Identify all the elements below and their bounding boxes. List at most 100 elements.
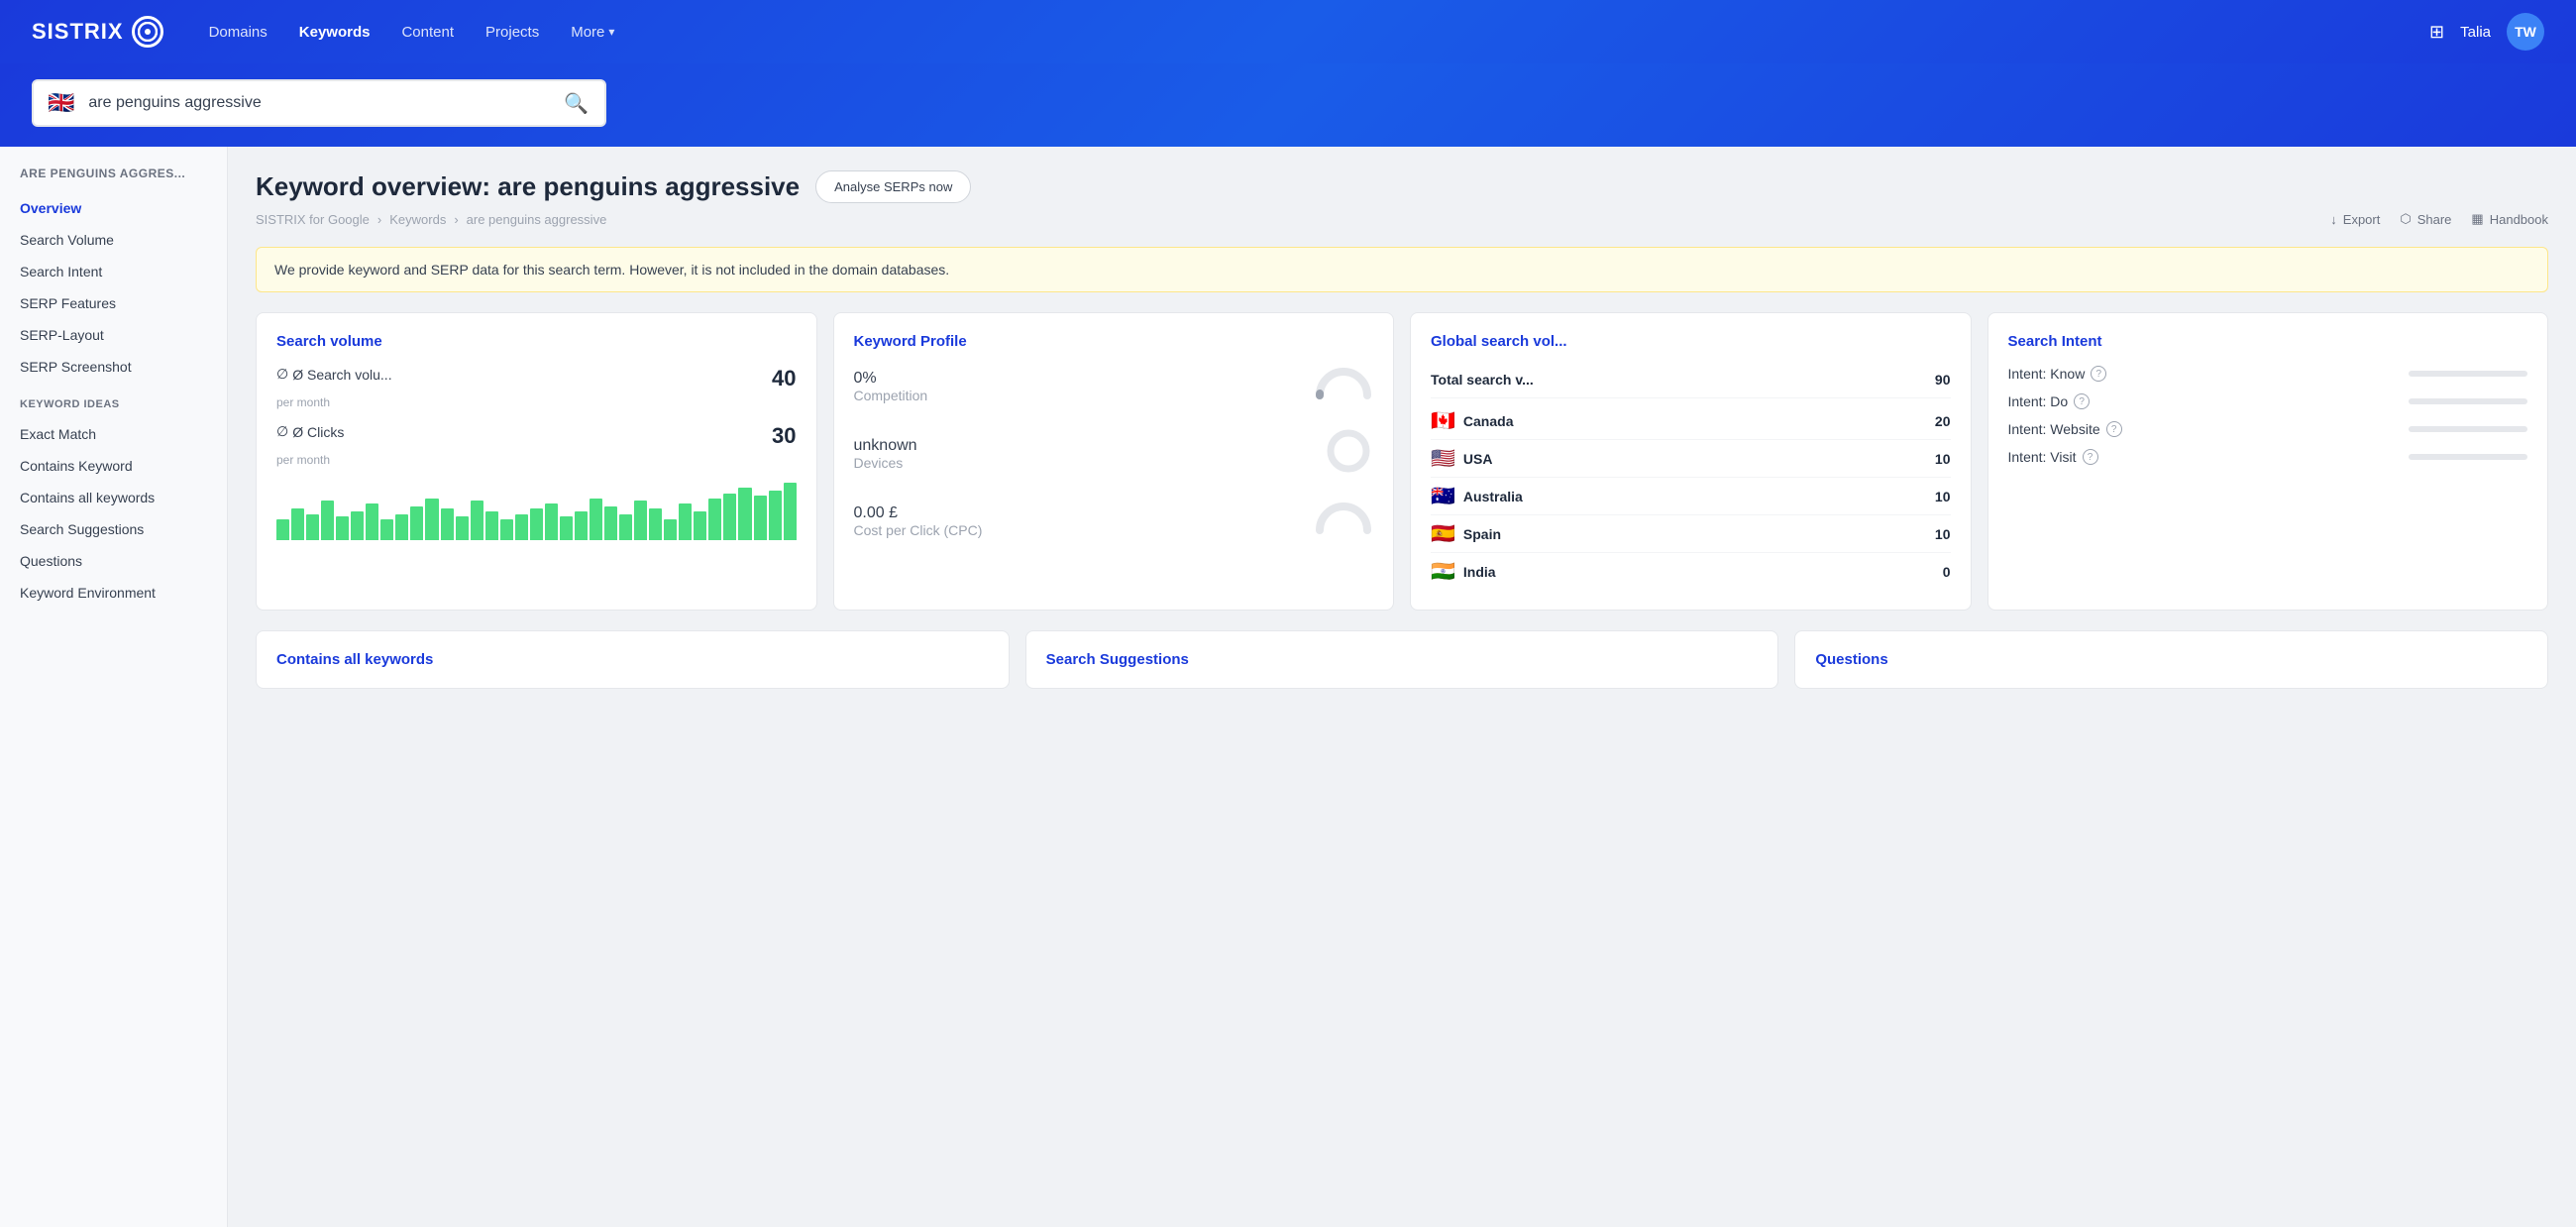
usa-value: 10: [1935, 451, 1951, 467]
india-value: 0: [1943, 564, 1951, 580]
search-button[interactable]: 🔍: [548, 91, 604, 116]
breadcrumb-query: are penguins aggressive: [467, 212, 607, 227]
sidebar-item-search-intent[interactable]: Search Intent: [0, 256, 227, 287]
cpc-row: 0.00 £ Cost per Click (CPC): [854, 501, 1374, 541]
search-suggestions-title: Search Suggestions: [1046, 651, 1759, 668]
bar-chart-bar: [366, 503, 378, 540]
intent-visit-help[interactable]: ?: [2083, 449, 2098, 465]
sidebar-item-serp-layout[interactable]: SERP-Layout: [0, 319, 227, 351]
bar-chart-bar: [276, 519, 289, 540]
handbook-label: Handbook: [2490, 212, 2548, 227]
search-bar: 🇬🇧 🔍: [32, 79, 606, 127]
sidebar-item-search-volume[interactable]: Search Volume: [0, 224, 227, 256]
logo-icon: [132, 16, 163, 48]
intent-do-row: Intent: Do ?: [2008, 393, 2528, 409]
contains-all-title: Contains all keywords: [276, 651, 989, 668]
nav-more-label: More: [571, 24, 604, 41]
sidebar-item-questions[interactable]: Questions: [0, 545, 227, 577]
intent-website-help[interactable]: ?: [2106, 421, 2122, 437]
breadcrumb-arrow-1: ›: [377, 212, 381, 227]
avg-symbol-2: ∅: [276, 423, 288, 440]
bar-chart-bar: [456, 516, 469, 540]
bar-chart-bar: [604, 506, 617, 540]
usa-flag: 🇺🇸: [1431, 446, 1455, 471]
intent-website-row: Intent: Website ?: [2008, 421, 2528, 437]
intent-website-bar: [2409, 426, 2527, 432]
bar-chart: [276, 481, 797, 540]
intent-do-bar: [2409, 398, 2527, 404]
search-intent-card: Search Intent Intent: Know ? Intent: Do …: [1987, 312, 2549, 611]
analyse-serps-button[interactable]: Analyse SERPs now: [815, 170, 971, 203]
total-value: 90: [1935, 372, 1951, 388]
main-content: Keyword overview: are penguins aggressiv…: [228, 147, 2576, 1227]
sidebar-item-keyword-environment[interactable]: Keyword Environment: [0, 577, 227, 609]
nav-more[interactable]: More ▾: [557, 16, 628, 49]
clicks-row: ∅ Ø Clicks 30: [276, 423, 797, 449]
competition-label: Competition: [854, 388, 928, 403]
bar-chart-bar: [515, 514, 528, 540]
logo[interactable]: SISTRIX: [32, 16, 163, 48]
keyword-profile-card: Keyword Profile 0% Competition: [833, 312, 1395, 611]
avg-sub: per month: [276, 395, 797, 409]
country-row-usa: 🇺🇸 USA 10: [1431, 440, 1951, 478]
bar-chart-bar: [351, 511, 364, 540]
country-row-india: 🇮🇳 India 0: [1431, 553, 1951, 590]
usa-name: USA: [1463, 451, 1493, 467]
intent-know-label: Intent: Know ?: [2008, 366, 2107, 382]
nav-projects[interactable]: Projects: [472, 16, 553, 49]
devices-donut: [1324, 426, 1373, 481]
bar-chart-bar: [634, 501, 647, 540]
sidebar-item-exact-match[interactable]: Exact Match: [0, 418, 227, 450]
bar-chart-bar: [425, 499, 438, 540]
intent-know-help[interactable]: ?: [2091, 366, 2106, 382]
user-avatar[interactable]: TW: [2507, 13, 2544, 51]
clicks-sub: per month: [276, 453, 797, 467]
sidebar-item-serp-screenshot[interactable]: SERP Screenshot: [0, 351, 227, 383]
canada-flag: 🇨🇦: [1431, 408, 1455, 433]
bar-chart-bar: [769, 491, 782, 540]
sidebar-item-serp-features[interactable]: SERP Features: [0, 287, 227, 319]
grid-icon[interactable]: ⊞: [2429, 22, 2444, 43]
sidebar-item-contains-all[interactable]: Contains all keywords: [0, 482, 227, 513]
handbook-button[interactable]: ▦ Handbook: [2471, 211, 2548, 227]
intent-do-help[interactable]: ?: [2074, 393, 2090, 409]
country-row-spain: 🇪🇸 Spain 10: [1431, 515, 1951, 553]
chevron-down-icon: ▾: [608, 25, 614, 39]
nav-domains[interactable]: Domains: [195, 16, 281, 49]
intent-know-bar: [2409, 371, 2527, 377]
canada-value: 20: [1935, 413, 1951, 429]
country-flag-icon[interactable]: 🇬🇧: [34, 90, 88, 116]
australia-flag: 🇦🇺: [1431, 484, 1455, 508]
devices-row: unknown Devices: [854, 426, 1374, 481]
questions-title: Questions: [1815, 651, 2527, 668]
bar-chart-bar: [619, 514, 632, 540]
nav-keywords[interactable]: Keywords: [285, 16, 384, 49]
sidebar-item-overview[interactable]: Overview: [0, 192, 227, 224]
page-header: Keyword overview: are penguins aggressiv…: [256, 170, 2548, 203]
share-icon: ⬡: [2400, 211, 2411, 227]
canada-name: Canada: [1463, 413, 1514, 429]
competition-value: 0%: [854, 370, 928, 388]
bar-chart-bar: [560, 516, 573, 540]
breadcrumb-sistrix[interactable]: SISTRIX for Google: [256, 212, 370, 227]
sidebar-item-search-suggestions[interactable]: Search Suggestions: [0, 513, 227, 545]
intent-website-label: Intent: Website ?: [2008, 421, 2122, 437]
breadcrumb: SISTRIX for Google › Keywords › are peng…: [256, 211, 2548, 227]
breadcrumb-keywords[interactable]: Keywords: [389, 212, 446, 227]
share-button[interactable]: ⬡ Share: [2400, 211, 2451, 227]
contains-all-keywords-card: Contains all keywords: [256, 630, 1010, 689]
spain-name: Spain: [1463, 526, 1501, 542]
export-button[interactable]: ↓ Export: [2330, 212, 2380, 227]
nav-content[interactable]: Content: [387, 16, 468, 49]
search-volume-title: Search volume: [276, 333, 797, 350]
sidebar-item-contains-keyword[interactable]: Contains Keyword: [0, 450, 227, 482]
bottom-cards: Contains all keywords Search Suggestions…: [256, 630, 2548, 689]
global-search-title: Global search vol...: [1431, 333, 1951, 350]
bar-chart-bar: [380, 519, 393, 540]
search-input[interactable]: [88, 94, 548, 112]
country-row-canada: 🇨🇦 Canada 20: [1431, 402, 1951, 440]
export-icon: ↓: [2330, 212, 2337, 227]
avg-symbol: ∅: [276, 366, 288, 383]
sidebar-keyword: ARE PENGUINS AGGRES...: [0, 167, 227, 192]
breadcrumb-actions: ↓ Export ⬡ Share ▦ Handbook: [2330, 211, 2548, 227]
